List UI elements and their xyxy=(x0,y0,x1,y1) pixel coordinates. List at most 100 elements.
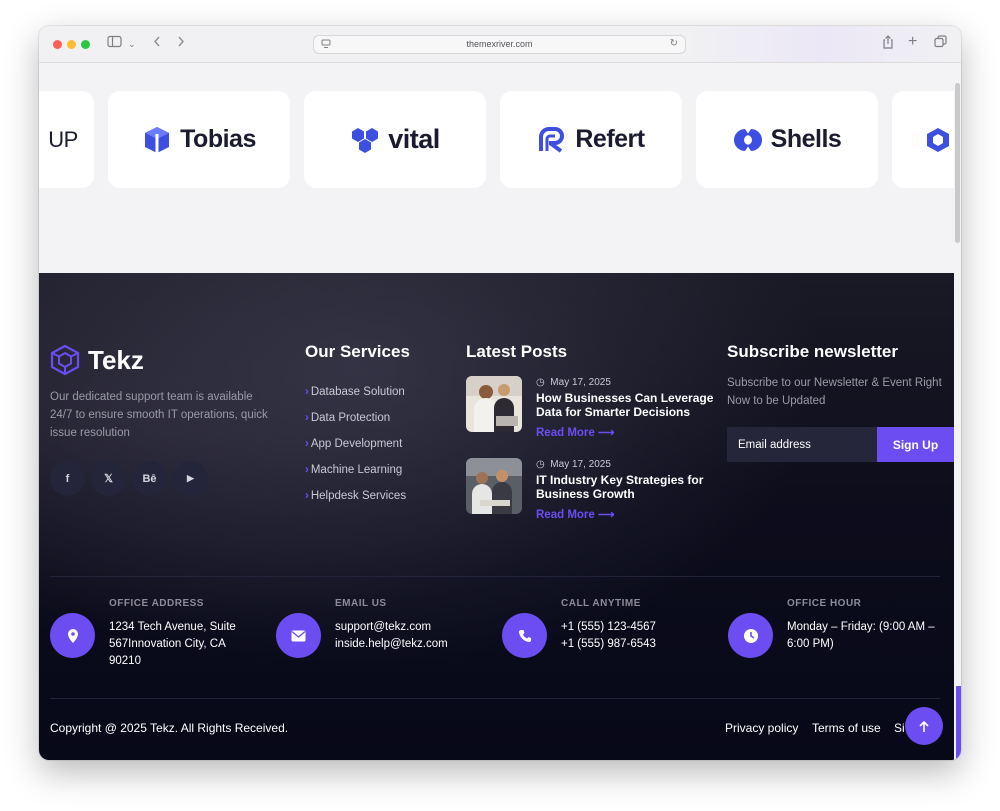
email-link[interactable]: support@tekz.com xyxy=(335,619,495,636)
close-window-button[interactable] xyxy=(53,40,62,49)
x-icon[interactable]: 𝕏 xyxy=(91,461,126,496)
logo-card-tobias[interactable]: Tobias xyxy=(108,91,290,188)
youtube-icon[interactable]: ▶ xyxy=(173,461,208,496)
tobias-logo-icon xyxy=(145,126,170,153)
logo-card-up[interactable]: UP xyxy=(39,91,94,188)
contact-label: EMAIL US xyxy=(335,598,387,609)
service-link-machine-learning[interactable]: › Machine Learning xyxy=(305,463,406,478)
service-link-helpdesk[interactable]: › Helpdesk Services xyxy=(305,489,406,504)
clock-icon: ◷ xyxy=(536,377,545,388)
post-date: ◷ May 17, 2025 xyxy=(536,459,611,470)
partial-logo-icon xyxy=(927,127,949,152)
post-date: ◷ May 17, 2025 xyxy=(536,377,611,388)
logo-name: Shells xyxy=(770,125,842,153)
sidebar-toggle-icon[interactable] xyxy=(107,35,122,53)
footer-brand[interactable]: Tekz xyxy=(50,344,144,376)
share-icon[interactable] xyxy=(882,35,894,54)
site-footer: Tekz Our dedicated support team is avail… xyxy=(39,273,954,760)
logo-name: vital xyxy=(388,124,440,154)
tab-overview-icon[interactable] xyxy=(934,35,947,53)
behance-icon[interactable]: Bē xyxy=(132,461,167,496)
logo-card-shells[interactable]: Shells xyxy=(696,91,878,188)
contact-line: 90210 xyxy=(109,655,141,667)
service-link-data-protection[interactable]: › Data Protection xyxy=(305,411,406,426)
page-scrollbar[interactable] xyxy=(954,63,961,760)
phone-icon xyxy=(502,613,547,658)
post-thumbnail[interactable] xyxy=(466,376,522,432)
page-viewport: UP Tobias vital Refert Shells Tekz Our d… xyxy=(39,63,961,760)
location-pin-icon xyxy=(50,613,95,658)
contact-line: 6:00 PM) xyxy=(787,638,834,650)
social-links: f 𝕏 Bē ▶ xyxy=(50,461,208,496)
back-icon[interactable] xyxy=(152,35,162,53)
url-text: themexriver.com xyxy=(466,39,533,49)
contact-line: 567Innovation City, CA xyxy=(109,638,226,650)
clock-icon: ◷ xyxy=(536,459,545,470)
chevron-right-icon: › xyxy=(305,464,309,476)
scroll-to-top-button[interactable] xyxy=(905,707,943,745)
scrollbar-thumb[interactable] xyxy=(955,83,960,243)
minimize-window-button[interactable] xyxy=(67,40,76,49)
logo-card-partial[interactable] xyxy=(892,91,961,188)
newsletter-email-input[interactable] xyxy=(727,427,877,462)
chevron-right-icon: › xyxy=(305,490,309,502)
services-title: Our Services xyxy=(305,342,410,361)
chevron-right-icon: › xyxy=(305,438,309,450)
envelope-icon xyxy=(276,613,321,658)
services-list: › Database Solution › Data Protection › App… xyxy=(305,385,406,515)
address-bar[interactable]: themexriver.com ↻ xyxy=(313,35,686,54)
phone-link[interactable]: +1 (555) 123-4567 xyxy=(561,619,721,636)
arrow-right-icon: ⟶ xyxy=(598,427,615,439)
email-link[interactable]: inside.help@tekz.com xyxy=(335,636,495,653)
logo-name: Tobias xyxy=(180,125,256,153)
contact-line: 1234 Tech Avenue, Suite xyxy=(109,621,236,633)
chevron-right-icon: › xyxy=(305,386,309,398)
chevron-down-icon[interactable]: ⌄ xyxy=(128,35,136,53)
newsletter-description: Subscribe to our Newsletter & Event Righ… xyxy=(727,377,942,407)
sign-up-button[interactable]: Sign Up xyxy=(877,427,954,462)
browser-window: ⌄ themexriver.com ↻ + UP Tobias vital Re… xyxy=(39,26,961,760)
arrow-up-icon xyxy=(919,720,929,732)
facebook-icon[interactable]: f xyxy=(50,461,85,496)
brand-name: Tekz xyxy=(88,344,144,375)
privacy-policy-link[interactable]: Privacy policy xyxy=(725,721,798,735)
tekz-logo-icon xyxy=(50,344,80,376)
footer-divider xyxy=(50,698,940,699)
read-more-link[interactable]: Read More ⟶ xyxy=(536,507,615,521)
service-link-database[interactable]: › Database Solution xyxy=(305,385,406,400)
vital-logo-icon xyxy=(352,127,379,153)
phone-link[interactable]: +1 (555) 987-6543 xyxy=(561,636,721,653)
chevron-right-icon: › xyxy=(305,412,309,424)
partner-logos-strip: UP Tobias vital Refert Shells xyxy=(39,63,961,273)
arrow-right-icon: ⟶ xyxy=(598,509,615,521)
copyright-text: Copyright @ 2025 Tekz. All Rights Receiv… xyxy=(50,721,289,735)
reload-icon[interactable]: ↻ xyxy=(670,38,678,49)
contact-label: CALL ANYTIME xyxy=(561,598,641,609)
contact-line: Monday – Friday: (9:00 AM – xyxy=(787,621,935,633)
newsletter-title: Subscribe newsletter xyxy=(727,342,899,361)
terms-of-use-link[interactable]: Terms of use xyxy=(812,721,881,735)
sitemap-link[interactable]: Si xyxy=(894,721,905,735)
contact-label: OFFICE HOUR xyxy=(787,598,862,609)
logo-card-vital[interactable]: vital xyxy=(304,91,486,188)
post-thumbnail[interactable] xyxy=(466,458,522,514)
forward-icon[interactable] xyxy=(176,35,186,53)
scroll-progress-indicator xyxy=(956,686,961,760)
logo-name: Refert xyxy=(575,125,645,153)
post-item[interactable]: ◷ May 17, 2025 IT Industry Key Strategie… xyxy=(466,458,726,521)
read-more-link[interactable]: Read More ⟶ xyxy=(536,425,615,439)
post-title[interactable]: IT Industry Key Strategies for Business … xyxy=(536,473,721,501)
logo-name: UP xyxy=(48,126,78,152)
zoom-window-button[interactable] xyxy=(81,40,90,49)
post-title[interactable]: How Businesses Can Leverage Data for Sma… xyxy=(536,391,721,419)
clock-icon xyxy=(728,613,773,658)
posts-title: Latest Posts xyxy=(466,342,568,361)
brand-description: Our dedicated support team is available … xyxy=(50,391,268,439)
post-item[interactable]: ◷ May 17, 2025 How Businesses Can Levera… xyxy=(466,376,726,439)
logo-card-refert[interactable]: Refert xyxy=(500,91,682,188)
shells-logo-icon xyxy=(733,128,762,151)
new-tab-icon[interactable]: + xyxy=(908,33,917,51)
browser-toolbar: ⌄ themexriver.com ↻ + xyxy=(39,26,961,63)
refert-logo-icon xyxy=(539,126,565,153)
service-link-app-development[interactable]: › App Development xyxy=(305,437,406,452)
